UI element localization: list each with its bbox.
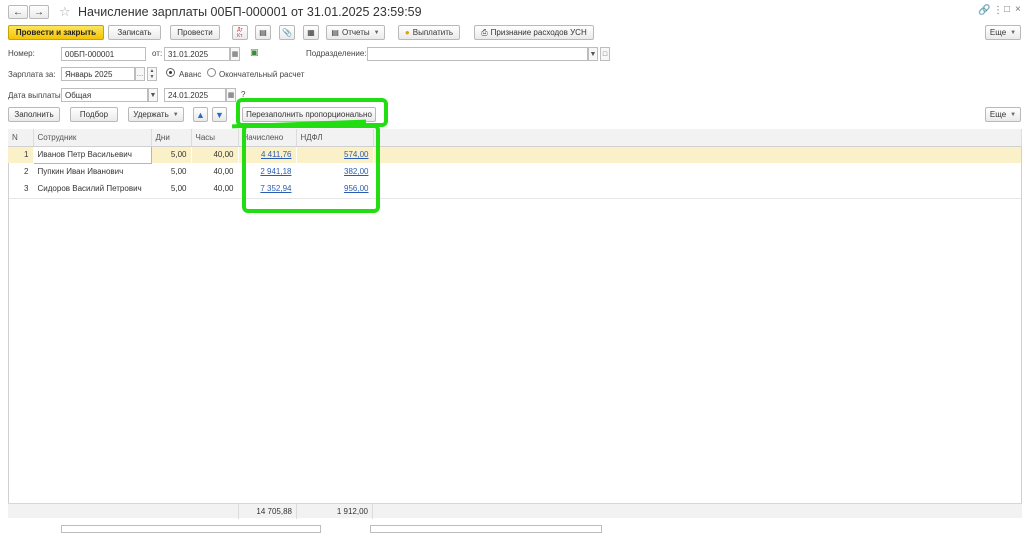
forward-button[interactable]: → (29, 5, 49, 19)
row-number: 1 (8, 146, 33, 163)
chevron-down-icon[interactable]: ▼ (148, 88, 158, 102)
table-more-label: Еще (989, 110, 1007, 119)
chevron-down-icon[interactable]: ▼ (588, 47, 598, 61)
advance-radio[interactable] (166, 68, 175, 77)
department-label: Подразделение: (306, 49, 367, 58)
dt-kt-icon[interactable]: Дт Кт (232, 25, 248, 40)
printer-icon: ⎙ (481, 27, 488, 37)
save-button[interactable]: Записать (108, 25, 161, 40)
more-vertical-icon[interactable]: ⋮ (993, 5, 1003, 16)
link-icon[interactable]: 🔗 (978, 5, 990, 16)
usn-label: Признание расходов УСН (490, 28, 587, 37)
structure-icon[interactable]: ▦ (303, 25, 319, 40)
days-cell[interactable]: 5,00 (151, 163, 191, 180)
department-field[interactable] (367, 47, 588, 61)
row-number: 3 (24, 184, 29, 193)
pay-button[interactable]: ● Выплатить (398, 25, 460, 40)
close-icon[interactable]: × (1015, 4, 1021, 15)
column-header[interactable]: N (8, 129, 34, 147)
date-field[interactable]: 31.01.2025 (164, 47, 230, 61)
pay-date-type-field[interactable]: Общая (61, 88, 148, 102)
chevron-down-icon: ▼ (172, 111, 179, 118)
restore-icon[interactable]: □ (1004, 4, 1010, 15)
chevron-down-icon: ▼ (1010, 111, 1017, 118)
more-label: Еще (989, 28, 1007, 37)
pay-date-label: Дата выплаты: (8, 91, 63, 100)
period-stepper[interactable]: ▲ ▼ (147, 67, 157, 81)
radio-dot (169, 71, 172, 74)
more-button[interactable]: Еще ▼ (985, 25, 1021, 40)
withhold-label: Удержать (133, 110, 169, 119)
table-row[interactable]: 3 Сидоров Василий Петрович 5,00 40,00 7 … (8, 180, 1022, 197)
reports-button[interactable]: ▤ Отчеты ▼ (326, 25, 385, 40)
post-and-close-button[interactable]: Провести и закрыть (8, 25, 104, 40)
column-header[interactable]: Часы (191, 129, 239, 147)
number-label: Номер: (8, 49, 35, 58)
days-cell[interactable]: 5,00 (151, 180, 191, 197)
row-filler (373, 146, 1022, 163)
page-title: Начисление зарплаты 00БП-000001 от 31.01… (78, 5, 422, 19)
calendar-icon[interactable]: ▦ (230, 47, 240, 61)
number-field[interactable]: 00БП-000001 (61, 47, 146, 61)
employee-cell[interactable]: Пупкин Иван Иванович (33, 163, 151, 180)
withhold-button[interactable]: Удержать ▼ (128, 107, 184, 122)
table-row[interactable]: 2 Пупкин Иван Иванович 5,00 40,00 2 941,… (8, 163, 1022, 180)
table-footer: 14 705,88 1 912,00 (8, 503, 1022, 519)
employee-cell[interactable]: Сидоров Василий Петрович (33, 180, 151, 197)
final-calc-radio[interactable] (207, 68, 216, 77)
hours-cell[interactable]: 40,00 (191, 180, 238, 197)
bottom-field-right[interactable] (370, 525, 602, 533)
paperclip-icon[interactable]: 📎 (279, 25, 295, 40)
chevron-down-icon: ▼ (1010, 29, 1017, 36)
pay-label: Выплатить (412, 28, 454, 37)
document-status-icon: ▣ (250, 47, 259, 57)
period-picker-icon[interactable]: … (135, 67, 145, 81)
fill-button[interactable]: Заполнить (8, 107, 60, 122)
post-button[interactable]: Провести (170, 25, 220, 40)
open-icon[interactable]: □ (600, 47, 610, 61)
calendar-icon[interactable]: ▦ (226, 88, 236, 102)
salary-period-field[interactable]: Январь 2025 (61, 67, 135, 81)
hours-cell[interactable]: 40,00 (191, 163, 238, 180)
advance-label: Аванс (179, 70, 202, 79)
table-more-button[interactable]: Еще ▼ (985, 107, 1021, 122)
row-filler (373, 163, 1022, 180)
star-icon[interactable]: ☆ (59, 4, 71, 20)
employee-cell[interactable]: Иванов Петр Васильевич (32, 145, 152, 164)
days-cell[interactable]: 5,00 (151, 146, 191, 163)
usn-expenses-button[interactable]: ⎙ Признание расходов УСН (474, 25, 594, 40)
row-number: 2 (24, 167, 29, 176)
pay-date-field[interactable]: 24.01.2025 (164, 88, 226, 102)
document-icon[interactable]: ▤ (255, 25, 271, 40)
column-header[interactable]: Дни (151, 129, 192, 147)
hours-cell[interactable]: 40,00 (191, 146, 238, 163)
move-down-button[interactable]: ▼ (212, 107, 227, 122)
coin-icon: ● (404, 28, 410, 37)
back-button[interactable]: ← (8, 5, 28, 19)
table-row[interactable]: 1 Иванов Петр Васильевич 5,00 40,00 4 41… (8, 145, 1022, 164)
salary-for-label: Зарплата за: (8, 70, 56, 79)
bottom-field-left[interactable] (61, 525, 321, 533)
row-filler (373, 180, 1022, 197)
chevron-down-icon: ▼ (373, 29, 380, 36)
column-header[interactable]: Сотрудник (33, 129, 152, 147)
date-label: от: (152, 49, 163, 58)
reports-label: Отчеты (341, 28, 370, 37)
accruals-table: N Сотрудник Дни Часы Начислено НДФЛ 1 Ив… (8, 129, 1022, 197)
reports-icon: ▤ (331, 28, 339, 37)
final-calc-label: Окончательный расчет (219, 70, 305, 79)
ndfl-total: 1 912,00 (296, 504, 373, 519)
rows-bottom-divider (9, 198, 1021, 199)
highlight-amounts-block (242, 124, 380, 213)
pick-button[interactable]: Подбор (70, 107, 118, 122)
move-up-button[interactable]: ▲ (193, 107, 208, 122)
accrued-total: 14 705,88 (238, 504, 296, 519)
column-header-empty (373, 129, 1022, 147)
